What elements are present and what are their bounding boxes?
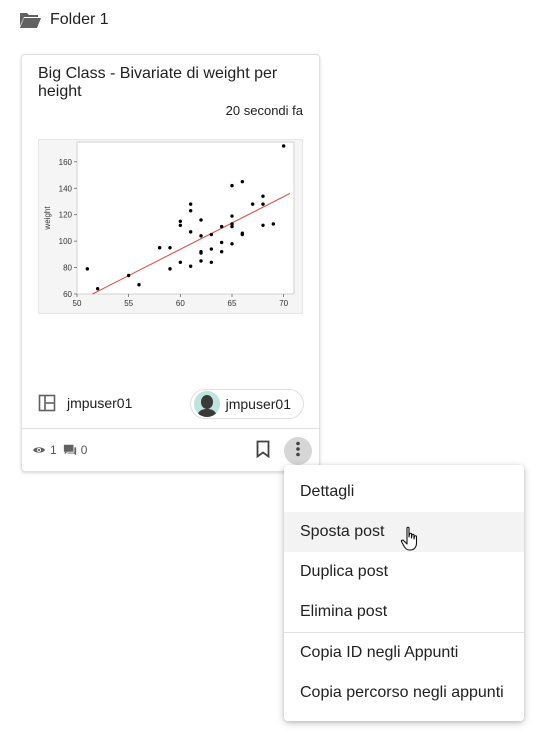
menu-item-duplica-post[interactable]: Duplica post [284,552,524,592]
menu-item-sposta-post[interactable]: Sposta post [284,512,524,552]
data-point [209,232,214,237]
menu-item-elimina-post[interactable]: Elimina post [284,592,524,632]
card-timestamp: 20 secondi fa [225,103,303,118]
menu-item-label: Duplica post [300,563,389,580]
menu-item-label: Elimina post [300,603,388,620]
workspace-owner-name: jmpuser01 [67,395,133,411]
data-point [188,230,193,234]
data-point [209,260,214,264]
data-point [230,183,234,188]
views-count: 1 [50,443,57,457]
x-tick-label: 50 [73,299,82,308]
workspace-owner[interactable]: jmpuser01 [38,394,132,412]
y-tick-label: 60 [63,290,72,299]
y-tick-label: 160 [59,158,73,167]
folder-header[interactable]: Folder 1 [18,8,109,32]
post-card[interactable]: Big Class - Bivariate di weight per heig… [21,54,320,472]
data-point [219,240,224,245]
data-point [188,202,193,206]
data-point [168,267,172,271]
comments-count: 0 [80,443,88,457]
data-point [168,246,172,250]
avatar [193,391,220,417]
data-point [261,223,265,227]
author-chip[interactable]: jmpuser01 [189,389,304,419]
data-point [199,234,203,238]
data-point [230,242,234,246]
context-menu: Dettagli Sposta post Duplica post Elimin… [284,465,524,721]
bookmark-icon [256,440,270,463]
menu-item-dettagli[interactable]: Dettagli [284,472,524,512]
data-point [271,222,276,226]
data-point [199,218,203,222]
data-point [250,202,255,206]
y-tick-label: 80 [63,264,72,273]
data-point [230,222,234,226]
y-tick-label: 140 [59,184,73,193]
folder-label: Folder 1 [50,11,109,28]
y-axis-label: weight [43,206,52,231]
more-vert-icon [295,441,301,462]
data-point [199,250,203,254]
scatter-chart: 60 80 100 120 140 160 50 55 60 65 70 weight [39,140,302,313]
card-title[interactable]: Big Class - Bivariate di weight per heig… [38,65,306,101]
data-point [126,273,131,278]
data-point [209,247,214,251]
data-point [219,224,224,229]
menu-item-copia-id[interactable]: Copia ID negli Appunti [284,633,524,673]
data-point [85,267,90,271]
menu-item-copia-percorso[interactable]: Copia percorso negli appunti [284,673,524,713]
data-point [95,287,100,291]
author-chip-name: jmpuser01 [225,396,291,412]
data-point [219,250,224,254]
menu-item-label: Copia ID negli Appunti [300,644,459,661]
x-tick-label: 70 [279,299,288,308]
data-point [199,259,203,263]
more-options-button[interactable] [284,437,312,465]
data-point [188,264,193,268]
x-tick-label: 60 [176,299,185,308]
post-stats: 1 0 [32,443,93,457]
data-point [261,202,265,206]
bookmark-button[interactable] [252,439,274,463]
author-row: jmpuser01 jmpuser01 [38,389,304,419]
data-point [188,209,193,213]
card-footer: 1 0 [22,429,319,473]
layout-icon [38,394,56,412]
y-tick-label: 120 [59,211,73,220]
data-point [178,219,183,224]
data-point [157,246,162,250]
data-point [261,194,265,198]
x-tick-label: 65 [228,299,237,308]
x-tick-label: 55 [124,299,133,308]
data-point [178,260,183,264]
menu-item-label: Copia percorso negli appunti [300,684,504,701]
chart-thumbnail[interactable]: 60 80 100 120 140 160 50 55 60 65 70 weight [38,139,303,314]
data-point [240,179,245,184]
data-point [230,214,234,218]
menu-item-label: Dettagli [300,483,355,500]
data-point [137,283,141,287]
plot-area [76,141,295,295]
y-tick-label: 100 [59,237,73,246]
eye-icon [32,443,46,457]
data-point [281,144,286,148]
data-point [178,223,183,227]
comment-icon [63,443,77,457]
data-point [240,231,245,235]
folder-open-icon [18,8,42,32]
menu-item-label: Sposta post [300,523,385,540]
page: Folder 1 Big Class - Bivariate di weight… [0,0,536,734]
